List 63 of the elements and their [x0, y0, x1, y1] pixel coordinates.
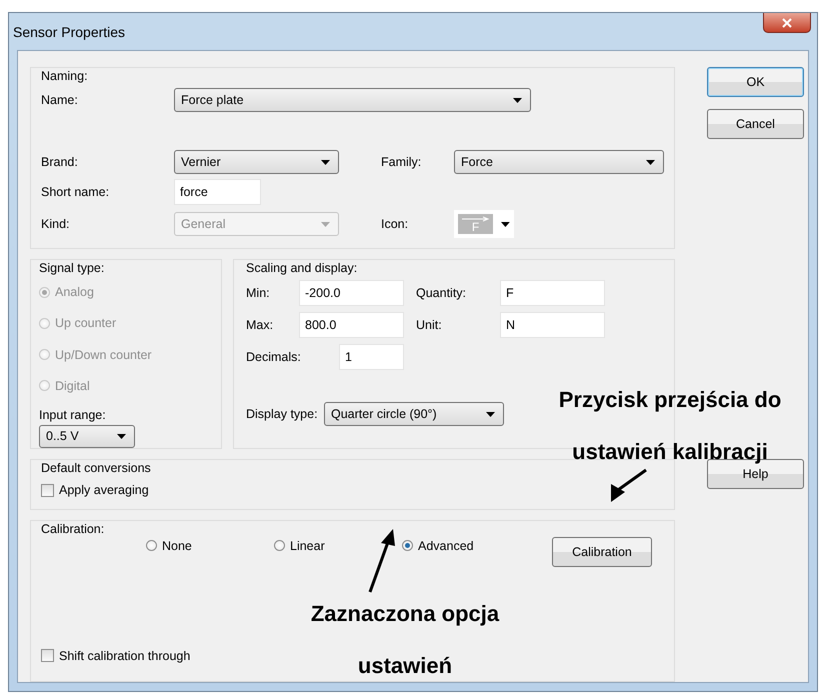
- arrow-icon: [461, 216, 491, 222]
- field-label: Min:: [246, 286, 271, 300]
- quantity-field[interactable]: F: [500, 280, 605, 306]
- group-label: Signal type:: [39, 261, 106, 277]
- calibration-button[interactable]: Calibration: [552, 536, 652, 567]
- option-label: Digital: [55, 378, 90, 393]
- field-label: Family:: [381, 155, 422, 169]
- dropdown-arrow-icon: [321, 222, 330, 226]
- radio-button[interactable]: [402, 540, 413, 552]
- option-label: Linear: [290, 538, 325, 553]
- checkbox-option[interactable]: Apply averaging: [41, 477, 149, 503]
- dropdown-arrow-icon: [486, 412, 495, 416]
- option-label: Advanced: [418, 538, 474, 553]
- checkbox[interactable]: [41, 649, 54, 662]
- checkbox[interactable]: [41, 484, 54, 496]
- annotation-text: Przycisk przejścia do: [558, 386, 782, 414]
- dialog-button[interactable]: OK: [707, 67, 804, 97]
- field-label: Quantity:: [416, 286, 468, 300]
- field-label: Unit:: [416, 318, 443, 332]
- field-label: Icon:: [381, 217, 410, 231]
- option-label: Up counter: [55, 316, 116, 330]
- close-icon: [782, 18, 792, 28]
- dropdown-arrow-icon: [501, 222, 510, 226]
- field-label: Name:: [41, 93, 79, 107]
- annotation-arrow: [368, 529, 395, 592]
- group-label: Naming:: [41, 69, 89, 85]
- annotation-text: Zaznaczona opcja: [310, 600, 500, 628]
- option-label: Analog: [55, 285, 94, 300]
- option-label: None: [162, 538, 192, 553]
- field-label: Brand:: [41, 155, 79, 169]
- annotation-arrow: [611, 468, 647, 502]
- input-range-dropdown[interactable]: 0..5 V: [39, 424, 135, 448]
- dropdown-arrow-icon: [513, 98, 522, 102]
- icon-preview: F: [458, 214, 494, 234]
- field-label: Kind:: [41, 217, 70, 231]
- min-field[interactable]: -200.0: [299, 280, 404, 306]
- annotation-text: ustawień: [358, 652, 452, 680]
- option-label: Up/Down counter: [55, 348, 152, 362]
- max-field[interactable]: 800.0: [299, 312, 404, 338]
- close-button[interactable]: [763, 13, 811, 33]
- field-label: Display type:: [246, 407, 319, 421]
- dropdown-arrow-icon: [321, 160, 330, 164]
- field-label: Short name:: [41, 185, 110, 199]
- field-label: Decimals:: [246, 350, 302, 364]
- short-name-field[interactable]: force: [174, 179, 261, 205]
- decimals-field[interactable]: 1: [339, 344, 404, 370]
- unit-field[interactable]: N: [500, 312, 605, 338]
- group-label: Default conversions: [41, 461, 152, 477]
- group-label: Calibration:: [41, 522, 106, 538]
- group-label: Scaling and display:: [246, 261, 358, 277]
- window-title: Sensor Properties: [13, 24, 126, 40]
- family-dropdown[interactable]: Force: [454, 150, 664, 174]
- dropdown-arrow-icon: [117, 434, 126, 439]
- field-label: Input range:: [39, 408, 107, 422]
- radio-button[interactable]: [146, 540, 157, 552]
- display-type-dropdown[interactable]: Quarter circle (90°): [324, 402, 504, 426]
- brand-dropdown[interactable]: Vernier: [174, 150, 339, 174]
- dialog-button[interactable]: Cancel: [707, 109, 804, 139]
- radio-button[interactable]: [274, 540, 285, 552]
- name-dropdown[interactable]: Force plate: [174, 88, 531, 112]
- field-label: Max:: [246, 318, 274, 332]
- dropdown-arrow-icon: [646, 160, 655, 164]
- checkbox-option[interactable]: Shift calibration through: [41, 642, 190, 669]
